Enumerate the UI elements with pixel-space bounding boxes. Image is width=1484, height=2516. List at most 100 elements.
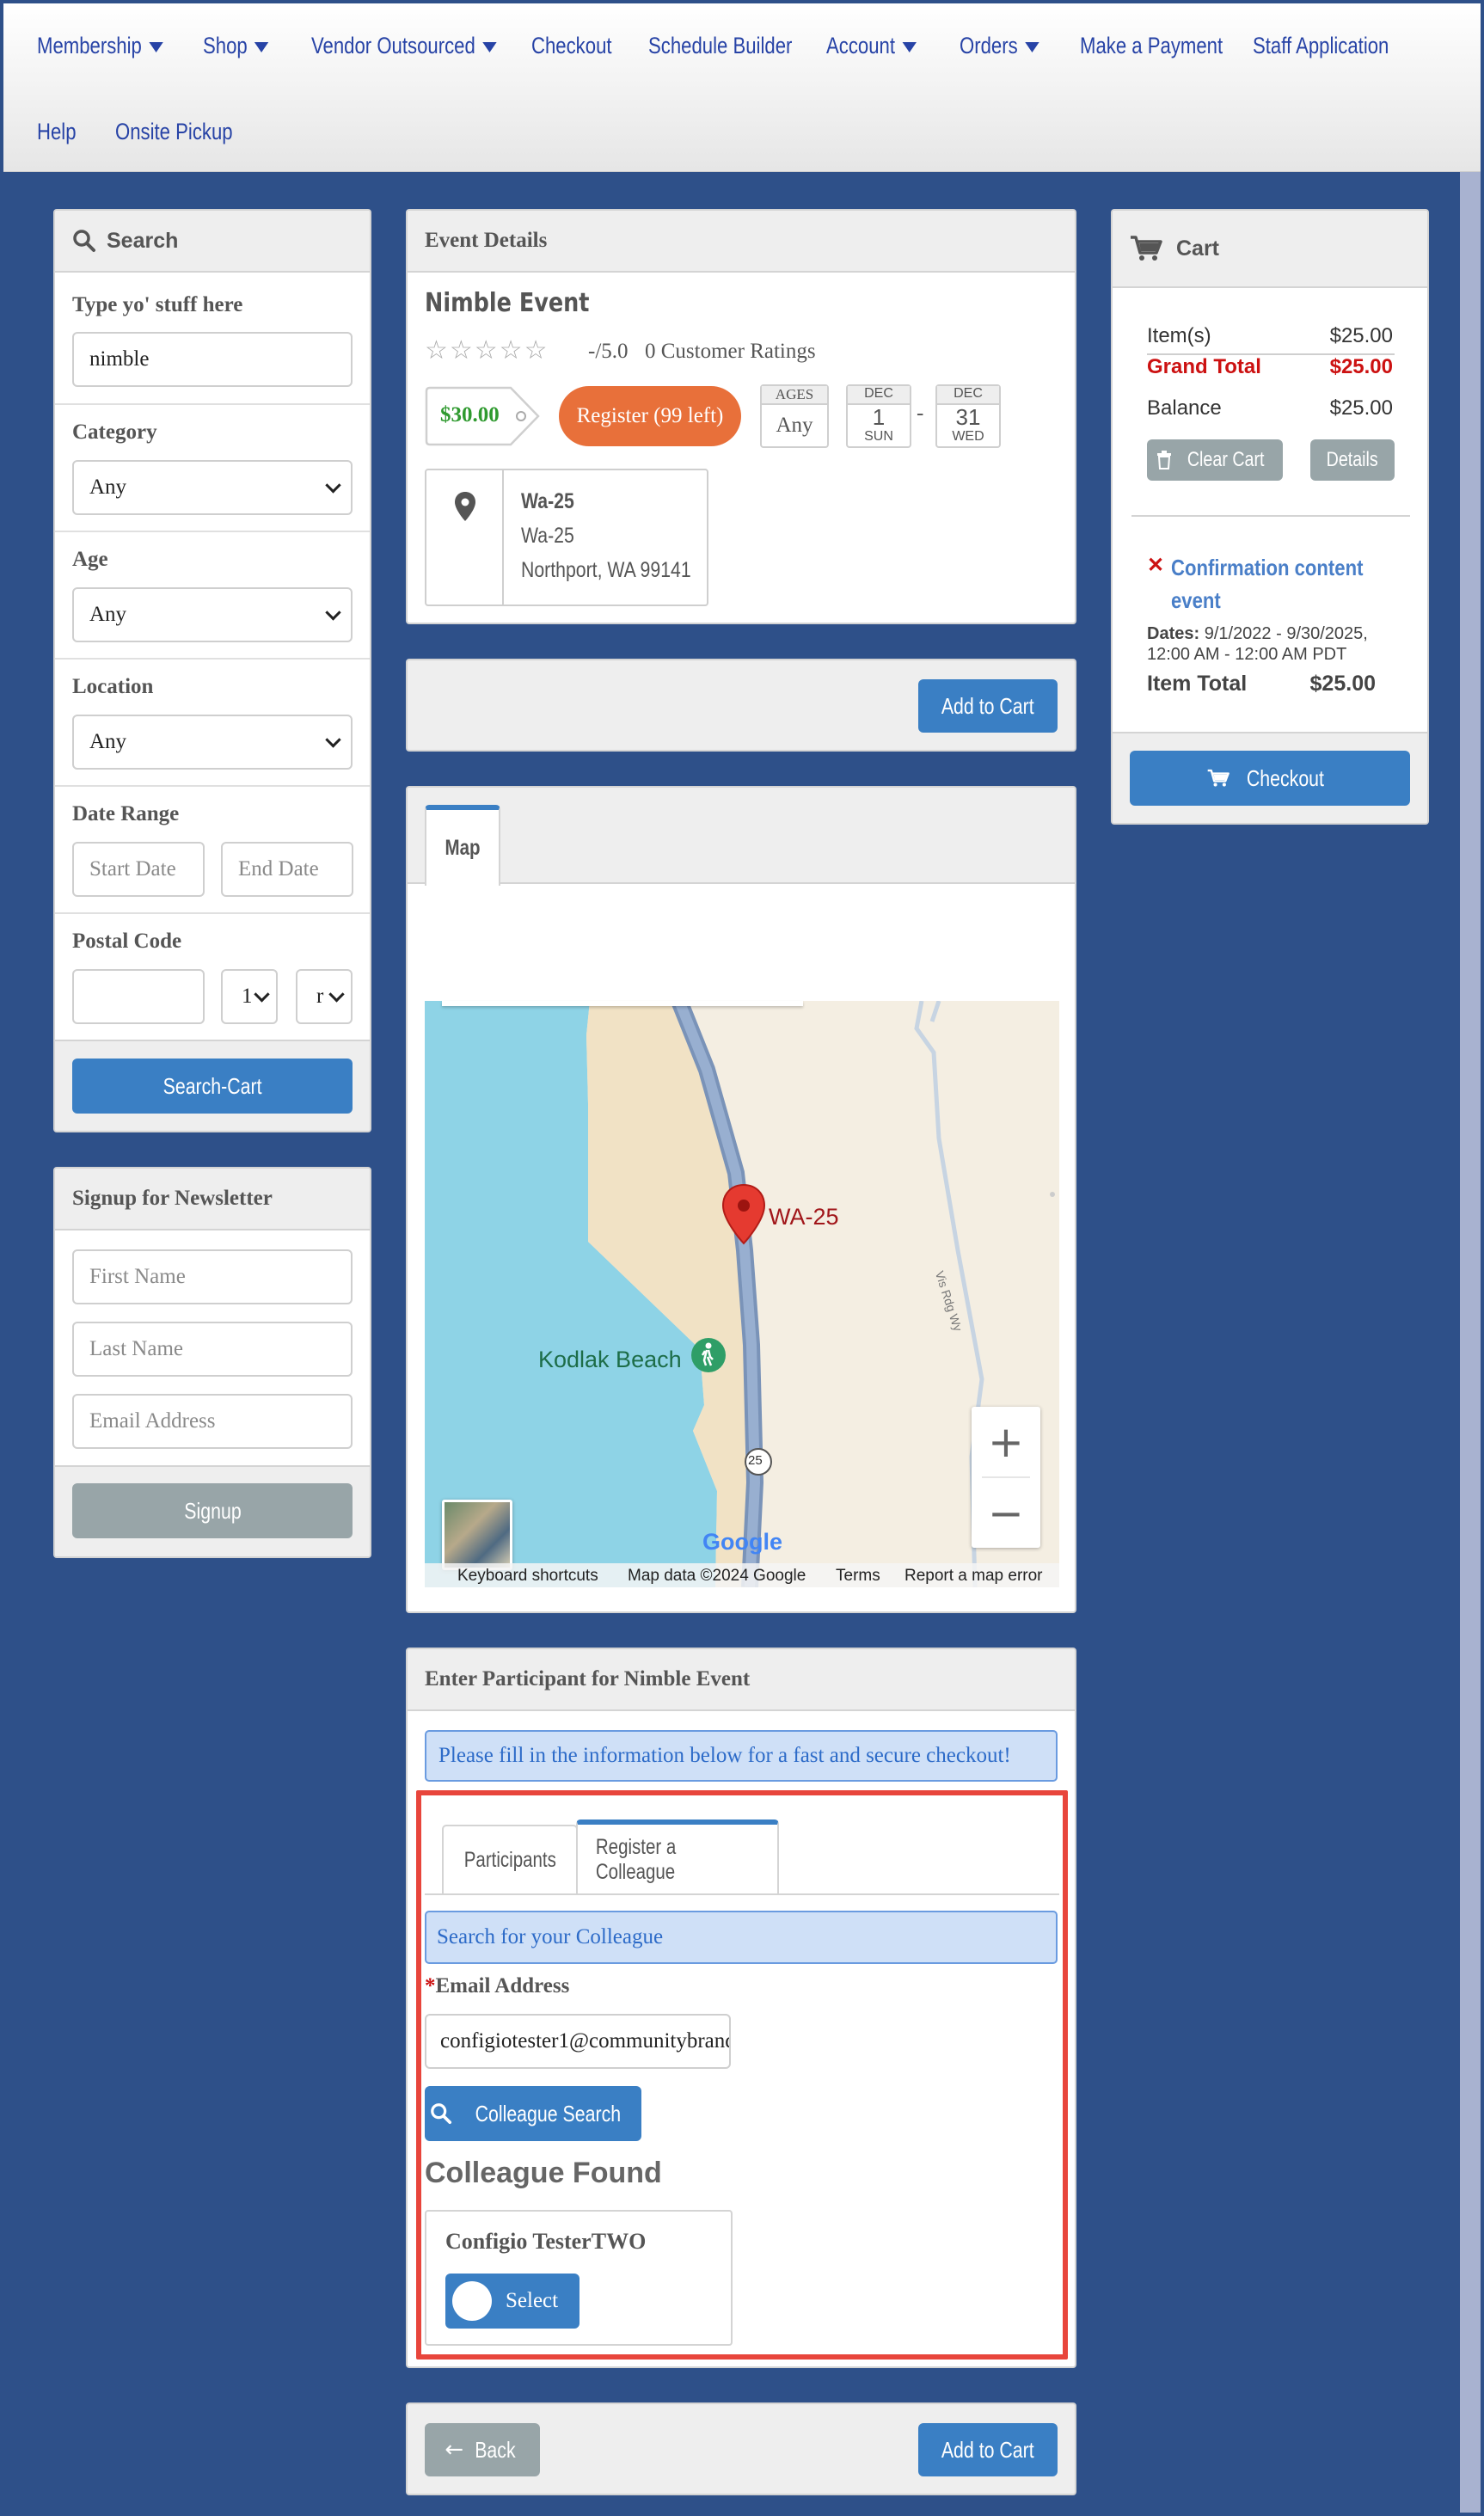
chevron-down-icon [254, 41, 269, 52]
zoom-in-button[interactable]: + [972, 1407, 1040, 1476]
item-total-value: $25.00 [1309, 672, 1376, 696]
radius-select[interactable]: 1 [221, 969, 278, 1024]
back-button-label: Back [475, 2436, 516, 2463]
colleague-email-input[interactable]: configiotester1@communitybrands.com [425, 2014, 731, 2069]
checkout-label: Checkout [1246, 764, 1325, 791]
keyword-label: Type yo' stuff here [72, 293, 243, 316]
items-value: $25.00 [1329, 324, 1393, 347]
balance-value: $25.00 [1329, 396, 1393, 420]
tab-register-colleague[interactable]: Register a Colleague [576, 1819, 779, 1895]
location-select[interactable]: Any [72, 715, 353, 770]
remove-item-icon[interactable]: ✕ [1147, 553, 1164, 578]
nav-make-a-payment[interactable]: Make a Payment [1080, 33, 1223, 59]
register-button[interactable]: Register (99 left) [559, 386, 741, 446]
route-shield: 25 [748, 1453, 763, 1468]
tab-map-label: Map [445, 835, 481, 860]
age-label: Age [72, 548, 108, 571]
item-total-label: Item Total [1147, 672, 1248, 696]
end-date-input[interactable]: End Date [221, 842, 353, 897]
search-cart-button-label: Search-Cart [163, 1072, 262, 1099]
email-input[interactable]: Email Address [72, 1394, 353, 1449]
clear-cart-button[interactable]: Clear Cart [1147, 439, 1283, 481]
email-address-label: *Email Address [425, 1974, 569, 1998]
chevron-down-icon [328, 986, 345, 1003]
poi-label: Kodlak Beach [538, 1347, 682, 1372]
star-rating-icon[interactable]: ☆☆☆☆☆ [425, 335, 549, 365]
nav-account[interactable]: Account [826, 33, 917, 59]
colleague-search-button[interactable]: Colleague Search [425, 2086, 641, 2141]
category-select[interactable]: Any [72, 460, 353, 515]
first-name-input[interactable]: First Name [72, 1249, 353, 1304]
satellite-toggle[interactable] [442, 1500, 512, 1570]
chevron-down-icon [1024, 41, 1039, 52]
register-button-label: Register (99 left) [576, 404, 724, 427]
back-button[interactable]: ← Back [425, 2423, 540, 2476]
colleague-search-hint: Search for your Colleague [425, 1911, 1058, 1964]
nav-orders[interactable]: Orders [960, 33, 1039, 59]
checkout-button[interactable]: Checkout [1130, 751, 1410, 806]
bottom-add-to-cart-button[interactable]: Add to Cart [918, 2423, 1058, 2476]
map-data-text: Map data ©2024 Google [628, 1567, 806, 1585]
required-marker: * [425, 1974, 436, 1997]
hiking-icon[interactable] [690, 1336, 727, 1374]
tab-map[interactable]: Map [425, 805, 500, 886]
divider [55, 785, 370, 787]
select-toggle-icon [452, 2281, 492, 2321]
start-date-input[interactable]: Start Date [72, 842, 205, 897]
postal-code-input[interactable] [72, 969, 205, 1024]
report-map-error-link[interactable]: Report a map error [905, 1567, 1043, 1586]
ratings-count: 0 Customer Ratings [645, 340, 816, 363]
cart-item-dates: Dates: 9/1/2022 - 9/30/2025, 12:00 AM - … [1147, 623, 1405, 665]
cart-details-button[interactable]: Details [1310, 439, 1395, 481]
price-tag: $30.00 [425, 386, 540, 446]
category-select-value: Any [89, 476, 127, 499]
nav-onsite-pickup[interactable]: Onsite Pickup [115, 119, 233, 145]
chevron-down-icon [325, 477, 341, 494]
event-details-header: Event Details [408, 211, 1075, 273]
items-label: Item(s) [1147, 324, 1211, 347]
add-to-cart-button[interactable]: Add to Cart [918, 679, 1058, 733]
nav-help[interactable]: Help [37, 119, 77, 145]
search-cart-button[interactable]: Search-Cart [72, 1059, 353, 1114]
nav-schedule-builder[interactable]: Schedule Builder [648, 33, 792, 59]
map-pin-icon[interactable] [721, 1183, 767, 1245]
category-label: Category [72, 420, 157, 444]
rating-score: -/5.0 [588, 340, 629, 363]
age-select[interactable]: Any [72, 587, 353, 642]
map-search-overlay [442, 1001, 803, 1006]
chevron-down-icon [481, 41, 497, 52]
signup-button[interactable]: Signup [72, 1483, 353, 1538]
tab-participants[interactable]: Participants [442, 1825, 578, 1893]
ages-label: AGES [762, 386, 827, 405]
cart-item-title[interactable]: Confirmation content event [1171, 551, 1369, 617]
nav-membership[interactable]: Membership [37, 33, 163, 59]
nav-vendor-outsourced[interactable]: Vendor Outsourced [311, 33, 497, 59]
zoom-out-button[interactable]: − [972, 1478, 1040, 1548]
end-date-box: DEC 31 WED [935, 384, 1001, 448]
location-line2: Northport, WA 99141 [521, 558, 691, 582]
location-card: Wa-25 Wa-25 Northport, WA 99141 [425, 469, 708, 606]
bottom-add-to-cart-label: Add to Cart [941, 2436, 1034, 2463]
cart-details-label: Details [1326, 448, 1379, 471]
search-icon [73, 230, 95, 252]
postal-code-label: Postal Code [72, 930, 182, 953]
keyboard-shortcuts-link[interactable]: Keyboard shortcuts [457, 1567, 598, 1586]
add-to-cart-label: Add to Cart [941, 692, 1034, 719]
unit-select[interactable]: r [296, 969, 353, 1024]
map-panel: Map 25 WA-25 Kodlak Beach Vis Rdg Wy + −… [406, 786, 1076, 1613]
trash-icon [1157, 451, 1172, 469]
nav-staff-application[interactable]: Staff Application [1253, 33, 1389, 59]
select-colleague-button[interactable]: Select [445, 2274, 579, 2329]
terms-link[interactable]: Terms [836, 1567, 880, 1586]
start-day: 1 [872, 404, 886, 430]
price-value: $30.00 [440, 403, 500, 426]
keyword-input[interactable]: nimble [72, 332, 353, 387]
clear-cart-label: Clear Cart [1187, 448, 1265, 471]
bottom-action-bar: ← Back Add to Cart [406, 2402, 1076, 2495]
nav-checkout[interactable]: Checkout [531, 33, 612, 59]
map-canvas[interactable]: 25 WA-25 Kodlak Beach Vis Rdg Wy + − Goo… [425, 1001, 1059, 1587]
search-panel-title: Search [107, 228, 179, 253]
nav-shop[interactable]: Shop [203, 33, 269, 59]
tab-register-colleague-label: Register a Colleague [595, 1835, 677, 1884]
last-name-input[interactable]: Last Name [72, 1322, 353, 1377]
